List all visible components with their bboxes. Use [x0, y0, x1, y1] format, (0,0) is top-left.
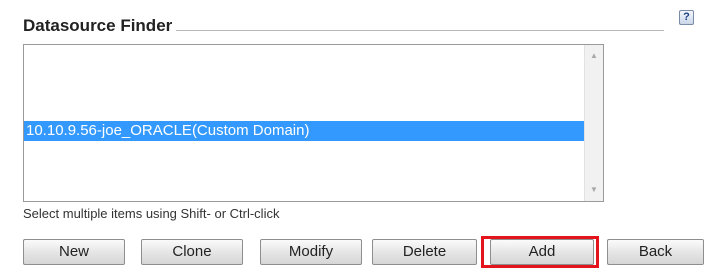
scroll-down-icon[interactable]: ▼ [585, 181, 603, 199]
back-button[interactable]: Back [607, 239, 704, 265]
datasource-finder-panel: Datasource Finder ? 10.10.9.56-joe_ORACL… [0, 0, 704, 277]
listbox-scrollbar[interactable]: ▲ ▼ [584, 45, 603, 201]
selection-hint: Select multiple items using Shift- or Ct… [23, 206, 280, 221]
listbox-items: 10.10.9.56-joe_ORACLE(Custom Domain) [24, 45, 584, 201]
panel-title: Datasource Finder [23, 14, 177, 38]
modify-button[interactable]: Modify [260, 239, 362, 265]
delete-button[interactable]: Delete [372, 239, 477, 265]
panel-header: Datasource Finder [23, 14, 664, 38]
datasource-listbox[interactable]: 10.10.9.56-joe_ORACLE(Custom Domain) ▲ ▼ [23, 44, 604, 202]
help-icon[interactable]: ? [679, 10, 694, 25]
scroll-up-icon[interactable]: ▲ [585, 47, 603, 65]
add-button[interactable]: Add [490, 239, 594, 265]
clone-button[interactable]: Clone [141, 239, 243, 265]
button-bar: New Clone Modify Delete Add Back [23, 236, 704, 268]
new-button[interactable]: New [23, 239, 125, 265]
list-item[interactable]: 10.10.9.56-joe_ORACLE(Custom Domain) [24, 121, 584, 141]
